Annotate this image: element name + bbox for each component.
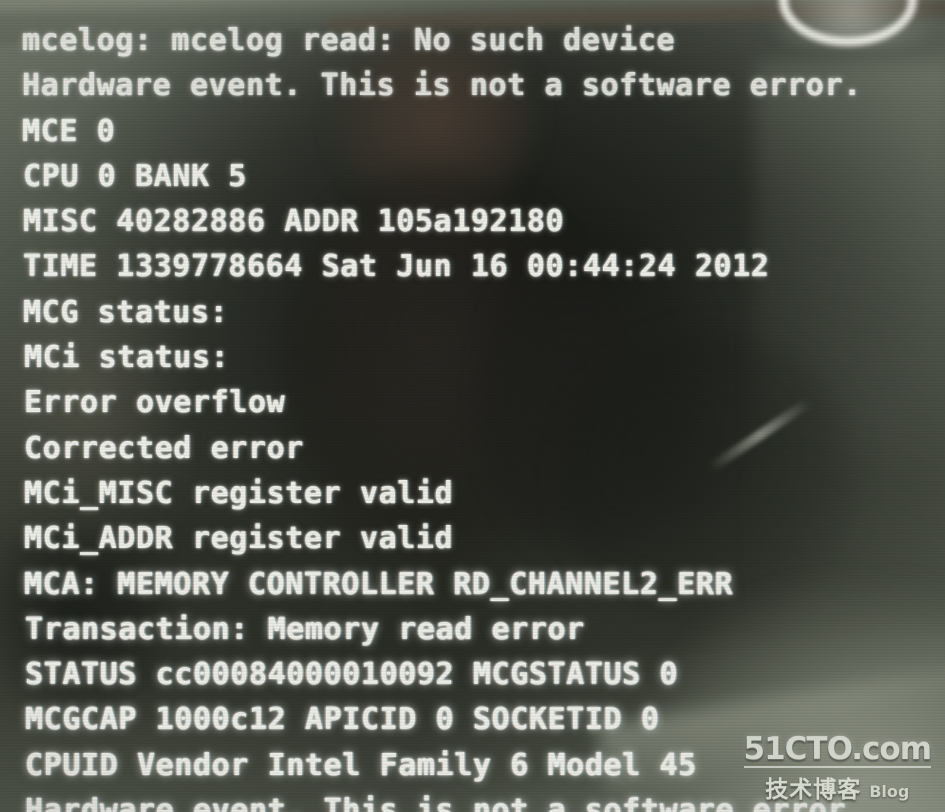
console-line: MCA: MEMORY CONTROLLER RD_CHANNEL2_ERR — [24, 566, 734, 602]
watermark: 51CTO.com 技术博客 Blog — [743, 731, 932, 804]
console-line: MCE 0 — [22, 113, 116, 149]
console-line: TIME 1339778664 Sat Jun 16 00:44:24 2012 — [23, 249, 770, 285]
console-line: MCG status: — [23, 294, 229, 330]
console-line: mcelog: mcelog read: No such device — [22, 23, 676, 58]
watermark-blog-label: Blog — [869, 782, 910, 801]
console-line: Transaction: Memory read error — [25, 611, 585, 647]
watermark-chinese: 技术博客 — [765, 777, 862, 803]
console-line: MCi status: — [24, 340, 230, 376]
console-line: Corrected error — [24, 430, 304, 466]
console-line: Hardware event. This is not a software e… — [22, 68, 862, 104]
monitor-photo: mcelog: mcelog read: No such device Hard… — [0, 0, 945, 812]
watermark-site: 51CTO.com — [743, 731, 932, 768]
console-line: CPU 0 BANK 5 — [23, 158, 247, 194]
console-output: mcelog: mcelog read: No such device Hard… — [0, 0, 945, 812]
console-line: MCi_ADDR register valid — [24, 521, 454, 557]
console-line: STATUS cc00084000010092 MCGSTATUS 0 — [25, 657, 679, 693]
console-line: MISC 40282886 ADDR 105a192180 — [23, 204, 565, 240]
console-line: MCi_MISC register valid — [24, 475, 454, 511]
console-line: Error overflow — [24, 385, 286, 421]
